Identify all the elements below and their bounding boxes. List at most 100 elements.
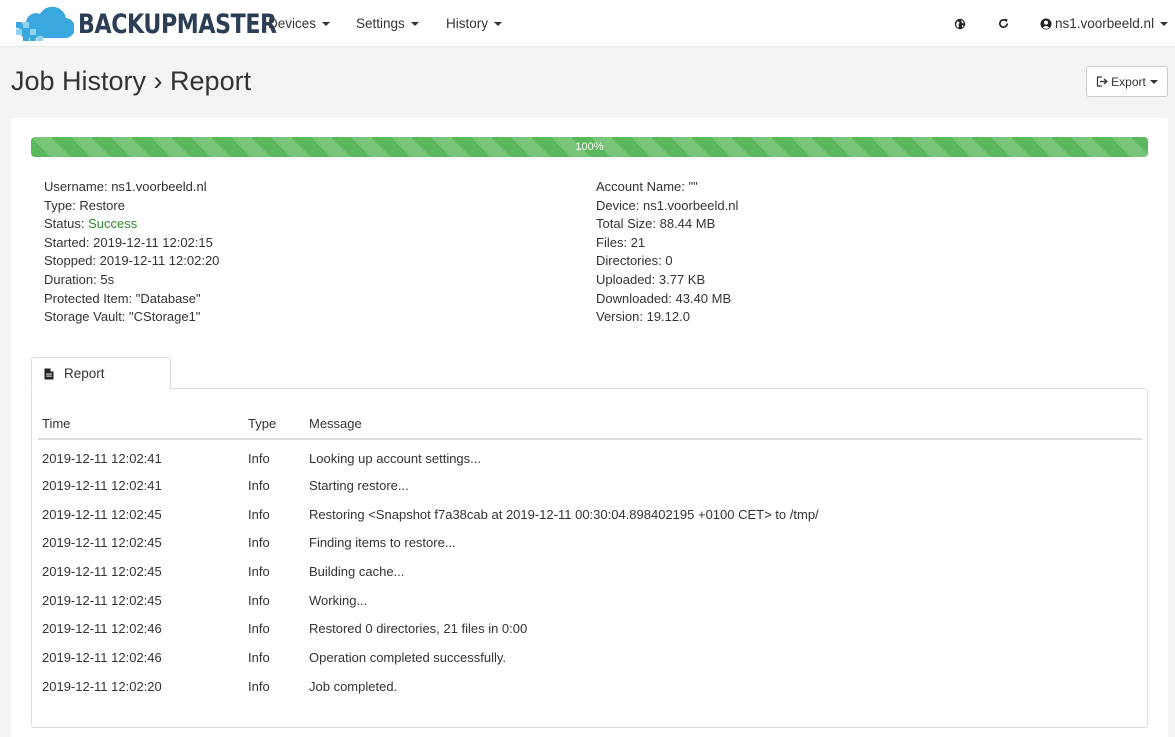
chevron-down-icon xyxy=(410,21,419,26)
detail-value: 19.12.0 xyxy=(646,309,690,325)
table-row: 2019-12-11 12:02:41 Info Starting restore.… xyxy=(38,471,1142,500)
cell-type: Info xyxy=(248,592,270,608)
refresh-icon xyxy=(998,18,1008,28)
globe-icon xyxy=(954,18,966,29)
page-title: Job History › Report xyxy=(11,66,252,96)
table-row: 2019-12-11 12:02:45 Info Restoring <Snapsh… xyxy=(38,500,1142,529)
detail-value: ns1.voorbeeld.nl xyxy=(642,197,739,213)
detail-label: Status: xyxy=(44,216,89,232)
report-panel: Time Type Message 2019-12-11 12:02:41 Inf… xyxy=(31,388,1148,728)
progress-bar: 100% xyxy=(31,137,1148,157)
report-card: 100% Username: ns1.voorbeeld.nl Type: Re… xyxy=(11,118,1168,737)
detail-label: Started: xyxy=(44,234,94,250)
detail-label: Storage Vault: xyxy=(44,309,130,325)
detail-value: ns1.voorbeeld.nl xyxy=(111,179,207,194)
cell-message: Restored 0 directories, 21 files in 0:00 xyxy=(309,621,528,637)
cell-time: 2019-12-11 12:02:46 xyxy=(42,621,162,637)
detail-value: 3.77 KB xyxy=(658,271,706,287)
detail-started: Started: 2019-12-11 12:02:15 xyxy=(44,234,219,253)
tab-report-label: Report xyxy=(64,366,105,381)
detail-stopped: Stopped: 2019-12-11 12:02:20 xyxy=(44,252,219,271)
detail-value: "CStorage1" xyxy=(129,309,201,325)
export-button[interactable]: Export xyxy=(1086,66,1168,97)
detail-type: Type: Restore xyxy=(44,197,219,216)
table-row: 2019-12-11 12:02:46 Info Restored 0 direct… xyxy=(38,614,1142,643)
detail-label: Username: xyxy=(44,179,112,194)
nav-menu-history[interactable]: History xyxy=(446,0,503,47)
nav-menu-settings[interactable]: Settings xyxy=(356,0,419,47)
cell-message: Operation completed successfully. xyxy=(309,649,507,665)
cloud-logo-icon xyxy=(16,6,74,41)
cell-time: 2019-12-11 12:02:41 xyxy=(42,451,162,466)
detail-label: Account Name: xyxy=(596,179,689,194)
cell-time: 2019-12-11 12:02:20 xyxy=(42,678,162,694)
detail-files: Files: 21 xyxy=(596,234,738,253)
table-header-row: Time Type Message xyxy=(38,411,1142,440)
column-header-message[interactable]: Message xyxy=(305,411,1142,440)
table-row: 2019-12-11 12:02:45 Info Working... xyxy=(38,586,1142,615)
chevron-down-icon xyxy=(1149,79,1158,84)
detail-version: Version: 19.12.0 xyxy=(596,308,738,327)
export-label: Export xyxy=(1111,74,1146,89)
cell-type: Info xyxy=(248,621,270,637)
table-row: 2019-12-11 12:02:41 Info Looking up accoun… xyxy=(38,439,1142,471)
detail-value: 0 xyxy=(665,253,673,269)
detail-username: Username: ns1.voorbeeld.nl xyxy=(44,178,219,197)
user-menu[interactable]: ns1.voorbeeld.nl xyxy=(1040,0,1169,47)
detail-directories: Directories: 0 xyxy=(596,252,738,271)
cell-message: Building cache... xyxy=(309,563,405,579)
nav-menu-devices[interactable]: Devices xyxy=(268,0,331,47)
cell-time: 2019-12-11 12:02:45 xyxy=(42,506,162,522)
detail-downloaded: Downloaded: 43.40 MB xyxy=(596,290,738,309)
tab-report[interactable]: Report xyxy=(31,357,171,390)
language-button[interactable] xyxy=(950,0,970,47)
detail-value: 43.40 MB xyxy=(675,290,732,306)
chevron-down-icon xyxy=(322,21,331,26)
detail-label: Version: xyxy=(596,309,647,325)
nav-menu-devices-label: Devices xyxy=(268,16,317,31)
user-name: ns1.voorbeeld.nl xyxy=(1055,16,1155,31)
status-value: Success xyxy=(88,216,138,232)
job-details-right: Account Name: "" Device: ns1.voorbeeld.n… xyxy=(596,178,738,327)
cell-type: Info xyxy=(248,506,270,522)
cell-type: Info xyxy=(248,678,270,694)
detail-value: 5s xyxy=(100,271,115,287)
cell-message: Looking up account settings... xyxy=(309,451,482,466)
top-navbar: BACKUPMASTER Devices Settings History ns… xyxy=(0,0,1175,47)
cell-message: Restoring <Snapshot f7a38cab at 2019-12-… xyxy=(309,506,819,522)
cell-type: Info xyxy=(248,649,270,665)
column-header-type[interactable]: Type xyxy=(244,411,305,440)
cell-time: 2019-12-11 12:02:46 xyxy=(42,649,162,665)
detail-label: Duration: xyxy=(44,271,101,287)
detail-value: 88.44 MB xyxy=(659,216,716,232)
nav-menu-history-label: History xyxy=(446,16,489,31)
detail-label: Files: xyxy=(596,234,631,250)
table-row: 2019-12-11 12:02:46 Info Operation complet… xyxy=(38,643,1142,672)
file-icon xyxy=(44,368,54,379)
detail-value: 2019-12-11 12:02:15 xyxy=(93,234,213,250)
progress-track: 100% xyxy=(31,137,1148,157)
table-row: 2019-12-11 12:02:45 Info Building cache... xyxy=(38,557,1142,586)
cell-type: Info xyxy=(248,535,270,551)
detail-device: Device: ns1.voorbeeld.nl xyxy=(596,197,738,216)
cell-message: Job completed. xyxy=(309,678,398,694)
detail-value: 21 xyxy=(630,234,646,250)
cell-time: 2019-12-11 12:02:45 xyxy=(42,535,162,551)
column-header-time[interactable]: Time xyxy=(38,411,244,440)
detail-label: Directories: xyxy=(596,253,666,269)
detail-account-name: Account Name: "" xyxy=(596,178,738,197)
detail-label: Downloaded: xyxy=(596,290,676,306)
detail-label: Total Size: xyxy=(596,216,660,232)
nav-menu-settings-label: Settings xyxy=(356,16,405,31)
cell-time: 2019-12-11 12:02:41 xyxy=(42,477,162,493)
cell-message: Finding items to restore... xyxy=(309,535,456,551)
detail-total-size: Total Size: 88.44 MB xyxy=(596,215,738,234)
refresh-button[interactable] xyxy=(993,0,1013,47)
detail-label: Stopped: xyxy=(44,253,100,269)
detail-label: Device: xyxy=(596,197,643,213)
report-table: Time Type Message 2019-12-11 12:02:41 Inf… xyxy=(38,411,1142,701)
detail-label: Protected Item: xyxy=(44,290,136,306)
detail-uploaded: Uploaded: 3.77 KB xyxy=(596,271,738,290)
cell-time: 2019-12-11 12:02:45 xyxy=(42,592,162,608)
progress-label: 100% xyxy=(575,141,604,153)
